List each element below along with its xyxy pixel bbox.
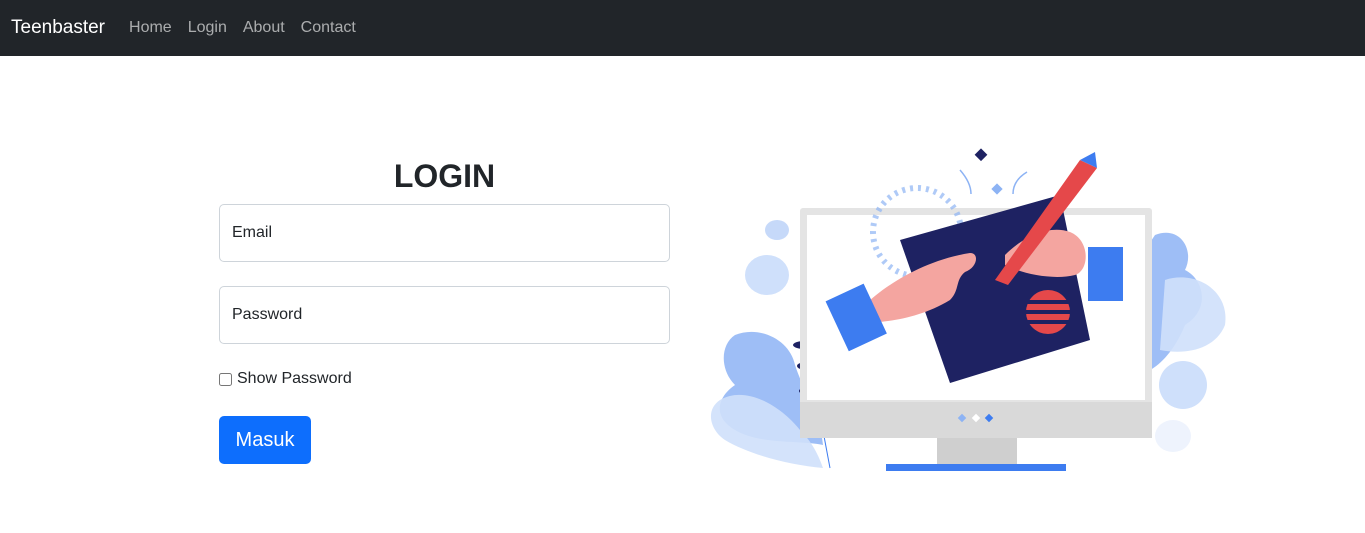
- computer-drawing-illustration-icon: [710, 148, 1226, 471]
- navbar-brand[interactable]: Teenbaster: [11, 17, 105, 39]
- nav-link-contact[interactable]: Contact: [301, 19, 356, 37]
- login-submit-button[interactable]: Masuk: [219, 416, 311, 464]
- nav-link-login[interactable]: Login: [188, 19, 227, 37]
- show-password-row[interactable]: Show Password: [219, 370, 352, 388]
- navbar: Teenbaster Home Login About Contact: [0, 0, 1365, 56]
- nav-link-home[interactable]: Home: [129, 19, 172, 37]
- password-field[interactable]: [219, 286, 670, 344]
- email-field[interactable]: [219, 204, 670, 262]
- show-password-label: Show Password: [237, 370, 352, 387]
- show-password-checkbox[interactable]: [219, 372, 232, 386]
- login-title: LOGIN: [393, 158, 496, 194]
- nav-link-about[interactable]: About: [243, 19, 285, 37]
